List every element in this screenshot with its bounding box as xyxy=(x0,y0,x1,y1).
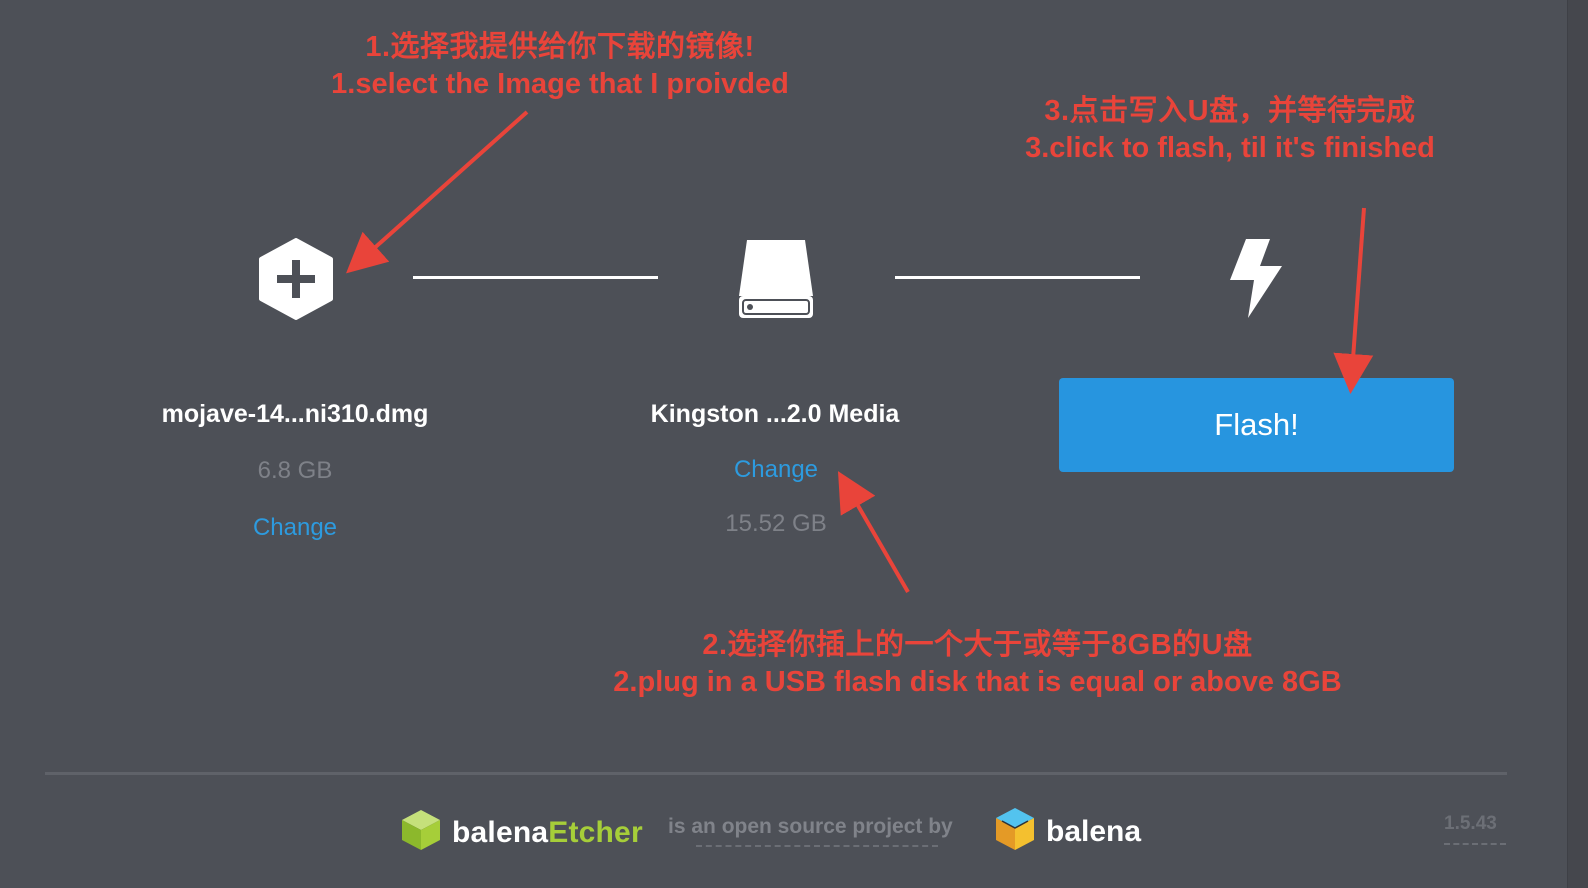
footer-divider xyxy=(45,772,1507,775)
version-label[interactable]: 1.5.43 xyxy=(1444,813,1497,835)
etcher-window: 1.选择我提供给你下载的镜像! 1.select the Image that … xyxy=(0,0,1588,888)
balena-company-text: balena xyxy=(1046,814,1142,848)
plus-hexagon-icon[interactable] xyxy=(258,238,334,320)
annotation-step1: 1.选择我提供给你下载的镜像! 1.select the Image that … xyxy=(300,29,820,103)
etcher-cube-icon xyxy=(400,808,442,857)
balena-etcher-logo[interactable]: balenaEtcher xyxy=(400,808,643,857)
image-filename: mojave-14...ni310.dmg xyxy=(161,400,429,428)
arrow-to-image xyxy=(346,110,529,274)
annotation-step3-en: 3.click to flash, til it's finished xyxy=(1025,132,1435,164)
image-change-link[interactable]: Change xyxy=(195,514,395,542)
annotation-step1-zh: 1.选择我提供给你下载的镜像! xyxy=(365,31,755,63)
annotation-step3-zh: 3.点击写入U盘，并等待完成 xyxy=(1044,95,1416,127)
lightning-icon[interactable] xyxy=(1226,238,1284,320)
annotation-step1-en: 1.select the Image that I proivded xyxy=(331,68,789,100)
connector-line-2 xyxy=(895,276,1140,279)
drive-change-link[interactable]: Change xyxy=(676,456,876,484)
annotation-step2-zh: 2.选择你插上的一个大于或等于8GB的U盘 xyxy=(702,629,1253,661)
annotation-step2-en: 2.plug in a USB flash disk that is equal… xyxy=(613,666,1342,698)
balena-cube-icon xyxy=(994,806,1036,857)
arrow-to-flash xyxy=(1333,207,1374,394)
window-edge xyxy=(1567,0,1588,888)
etcher-brand-text: balenaEtcher xyxy=(452,816,643,850)
drive-name: Kingston ...2.0 Media xyxy=(650,400,900,428)
footer-tagline[interactable]: is an open source project by xyxy=(668,815,953,839)
annotation-step3: 3.点击写入U盘，并等待完成 3.click to flash, til it'… xyxy=(990,93,1470,167)
drive-size: 15.52 GB xyxy=(725,510,827,537)
version-underline xyxy=(1444,843,1506,845)
image-size: 6.8 GB xyxy=(257,457,333,484)
brand-suffix: Etcher xyxy=(548,815,643,849)
balena-logo[interactable]: balena xyxy=(994,806,1141,857)
connector-line-1 xyxy=(413,276,658,279)
flash-button[interactable]: Flash! xyxy=(1059,378,1454,472)
tagline-underline xyxy=(696,845,938,847)
drive-icon[interactable] xyxy=(737,238,815,320)
annotation-step2: 2.选择你插上的一个大于或等于8GB的U盘 2.plug in a USB fl… xyxy=(570,627,1385,701)
brand-prefix: balena xyxy=(452,815,549,849)
